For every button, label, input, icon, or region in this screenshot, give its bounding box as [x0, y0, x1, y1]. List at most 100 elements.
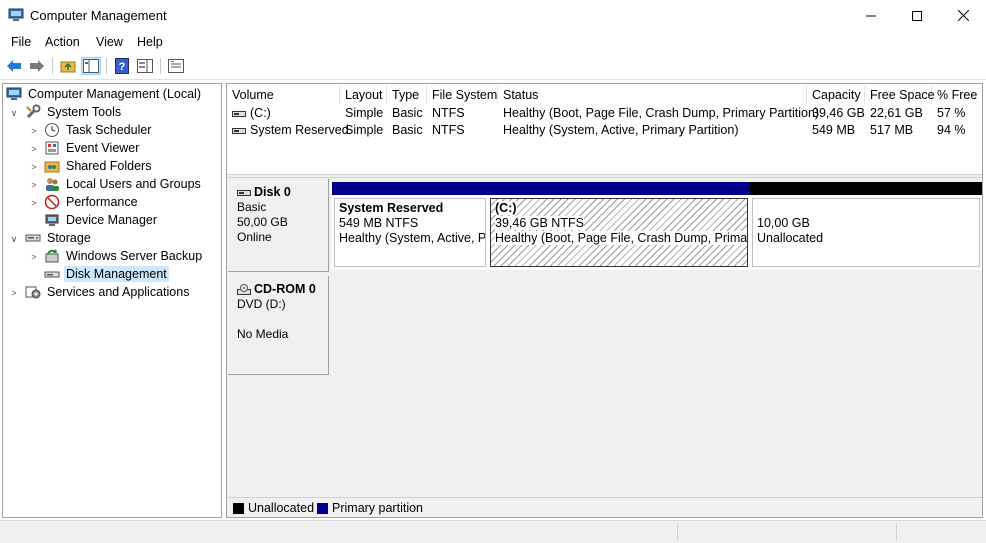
expand-chevron-icon[interactable]: >	[29, 198, 39, 208]
column-header-capacity[interactable]: Capacity	[807, 86, 865, 104]
column-header-volume[interactable]: Volume	[227, 86, 340, 104]
volume-layout: Simple	[345, 123, 384, 137]
menu-action[interactable]: Action	[45, 35, 80, 49]
tree-item-event-viewer[interactable]: Event Viewer	[44, 139, 141, 157]
disk-0-label[interactable]: Disk 0 Basic 50,00 GB Online	[228, 179, 329, 272]
volume-capacity: 549 MB	[812, 123, 856, 137]
menu-file[interactable]: File	[11, 35, 31, 49]
tree-item-performance[interactable]: Performance	[44, 193, 140, 211]
maximize-button[interactable]	[894, 0, 940, 31]
partition-unallocated[interactable]: 10,00 GB Unallocated	[750, 182, 982, 270]
volume-list-header: Volume Layout Type File System Status Ca…	[227, 86, 982, 104]
up-folder-icon[interactable]	[58, 57, 78, 75]
disk-icon	[237, 189, 251, 196]
tree-item-disk-management[interactable]: Disk Management	[44, 265, 169, 283]
disk-0-partitions: System Reserved 549 MB NTFS Healthy (Sys…	[331, 182, 982, 270]
tree-label: Computer Management (Local)	[28, 87, 201, 101]
properties-icon[interactable]	[166, 57, 186, 75]
clock-icon	[44, 122, 60, 138]
unallocated-swatch	[233, 503, 244, 514]
volume-layout: Simple	[345, 106, 384, 120]
volume-percent-free: 94 %	[937, 123, 966, 137]
expand-chevron-icon[interactable]: >	[9, 288, 19, 298]
collapse-chevron-icon[interactable]: ∨	[9, 234, 19, 244]
disk-graphical-view: Disk 0 Basic 50,00 GB Online System Rese…	[227, 178, 982, 517]
menu-bar: File Action View Help	[0, 31, 986, 53]
legend: Unallocated Primary partition	[227, 497, 982, 517]
legend-primary-partition: Primary partition	[332, 501, 423, 515]
performance-icon	[44, 194, 60, 210]
expand-chevron-icon[interactable]: >	[29, 252, 39, 262]
menu-help[interactable]: Help	[137, 35, 163, 49]
volume-free-space: 22,61 GB	[870, 106, 923, 120]
svg-text:?: ?	[119, 61, 126, 73]
tools-icon	[25, 104, 41, 120]
forward-arrow-icon[interactable]	[27, 57, 47, 75]
volume-file-system: NTFS	[432, 123, 465, 137]
shared-folder-icon	[44, 158, 60, 174]
volume-capacity: 39,46 GB	[812, 106, 865, 120]
volume-icon	[232, 127, 246, 134]
tree-item-task-scheduler[interactable]: Task Scheduler	[44, 121, 153, 139]
volume-name: System Reserved	[250, 123, 349, 137]
menu-view[interactable]: View	[96, 35, 123, 49]
collapse-chevron-icon[interactable]: ∨	[9, 108, 19, 118]
volume-icon	[232, 110, 246, 117]
primary-partition-bar	[488, 182, 750, 195]
storage-icon	[25, 230, 41, 246]
unallocated-bar	[750, 182, 982, 195]
tree-item-windows-server-backup[interactable]: Windows Server Backup	[44, 247, 204, 265]
volume-type: Basic	[392, 106, 423, 120]
disk-state: Online	[237, 230, 272, 244]
back-arrow-icon[interactable]	[4, 57, 24, 75]
disk-name: Disk 0	[254, 185, 291, 199]
volume-free-space: 517 MB	[870, 123, 914, 137]
disk-management-pane: Volume Layout Type File System Status Ca…	[226, 83, 983, 518]
column-header-status[interactable]: Status	[498, 86, 807, 104]
disk-type: Basic	[237, 200, 267, 214]
disk-type: DVD (D:)	[237, 297, 286, 311]
expand-chevron-icon[interactable]: >	[29, 144, 39, 154]
device-manager-icon	[44, 212, 60, 228]
volume-percent-free: 57 %	[937, 106, 966, 120]
show-hide-action-pane-icon[interactable]	[135, 57, 155, 75]
help-icon[interactable]: ?	[112, 57, 132, 75]
cdrom-0-label[interactable]: CD-ROM 0 DVD (D:) No Media	[228, 276, 329, 375]
toolbar: ?	[0, 53, 986, 80]
table-row[interactable]: System Reserved Simple Basic NTFS Health…	[227, 122, 982, 139]
table-row[interactable]: (C:) Simple Basic NTFS Healthy (Boot, Pa…	[227, 105, 982, 122]
volume-name: (C:)	[250, 106, 271, 120]
tree-item-local-users-and-groups[interactable]: Local Users and Groups	[44, 175, 203, 193]
volume-type: Basic	[392, 123, 423, 137]
partition-c-drive[interactable]: (C:) 39,46 GB NTFS Healthy (Boot, Page F…	[488, 182, 750, 270]
column-header-type[interactable]: Type	[387, 86, 427, 104]
expand-chevron-icon[interactable]: >	[29, 180, 39, 190]
column-header-percent-free[interactable]: % Free	[932, 86, 982, 104]
computer-management-icon	[6, 86, 22, 102]
console-tree: Computer Management (Local) ∨ System Too…	[2, 83, 222, 518]
show-hide-console-tree-icon[interactable]	[81, 57, 101, 75]
column-header-layout[interactable]: Layout	[340, 86, 387, 104]
partition-system-reserved[interactable]: System Reserved 549 MB NTFS Healthy (Sys…	[332, 182, 488, 270]
column-header-free-space[interactable]: Free Space	[865, 86, 935, 104]
expand-chevron-icon[interactable]: >	[29, 126, 39, 136]
tree-item-device-manager[interactable]: Device Manager	[44, 211, 159, 229]
tree-item-shared-folders[interactable]: Shared Folders	[44, 157, 153, 175]
disk-media: No Media	[237, 327, 289, 341]
primary-partition-swatch	[317, 503, 328, 514]
primary-partition-bar	[332, 182, 488, 195]
services-icon	[25, 284, 41, 300]
expand-chevron-icon[interactable]: >	[29, 162, 39, 172]
tree-item-computer-management[interactable]: Computer Management (Local)	[6, 85, 203, 103]
computer-management-icon	[8, 8, 24, 22]
tree-item-storage[interactable]: Storage	[25, 229, 93, 247]
legend-unallocated: Unallocated	[248, 501, 315, 515]
tree-item-services-and-applications[interactable]: Services and Applications	[25, 283, 191, 301]
volume-status: Healthy (System, Active, Primary Partiti…	[503, 123, 739, 137]
close-button[interactable]	[940, 0, 986, 31]
tree-item-system-tools[interactable]: System Tools	[25, 103, 123, 121]
minimize-button[interactable]	[848, 0, 894, 31]
column-header-file-system[interactable]: File System	[427, 86, 498, 104]
status-bar	[0, 520, 986, 543]
window-title: Computer Management	[30, 8, 167, 23]
